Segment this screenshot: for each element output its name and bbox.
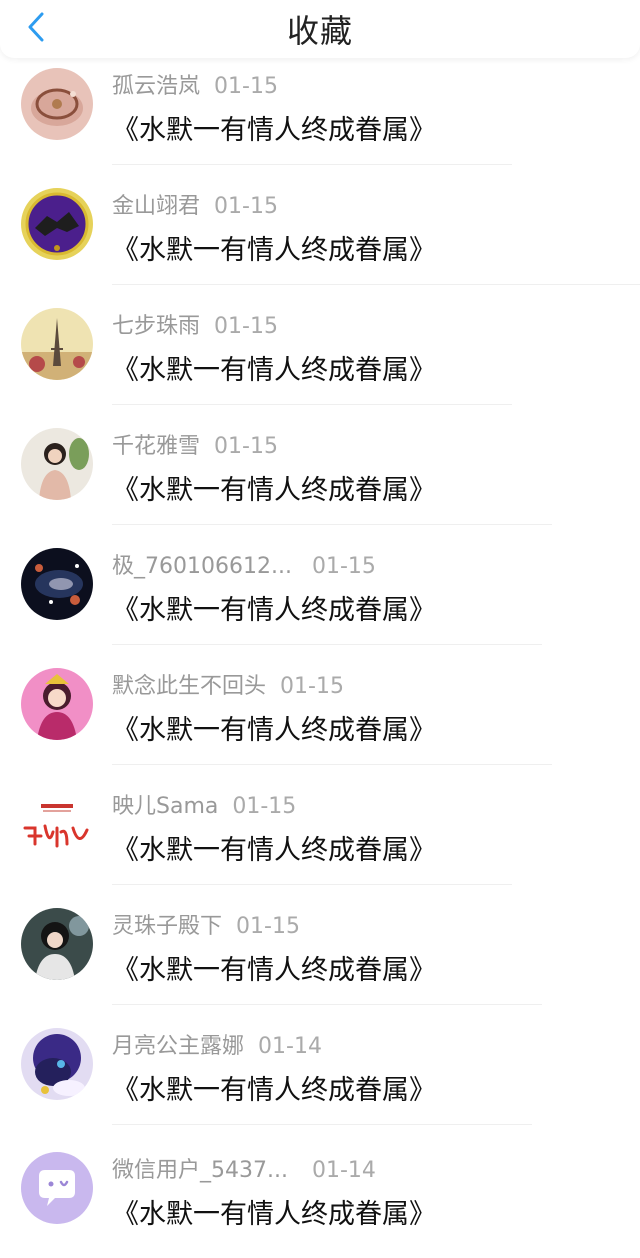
list-item[interactable]: 金山翊君 01-15 《水默一有情人终成眷属》 — [0, 178, 640, 298]
item-date: 01-15 — [214, 194, 278, 219]
item-meta: 七步珠雨 01-15 — [112, 308, 278, 340]
divider — [112, 164, 512, 165]
item-date: 01-15 — [312, 554, 376, 579]
item-date: 01-15 — [232, 794, 297, 819]
user-name[interactable]: 映儿Sama — [112, 794, 218, 819]
eiffel-tower-avatar-icon[interactable] — [21, 308, 93, 380]
item-content[interactable]: 《水默一有情人终成眷属》 — [112, 708, 436, 747]
item-date: 01-15 — [280, 674, 344, 699]
user-name[interactable]: 七步珠雨 — [112, 314, 200, 339]
item-content[interactable]: 《水默一有情人终成眷属》 — [112, 828, 436, 867]
divider — [112, 1124, 532, 1125]
pink-costume-avatar-icon[interactable] — [21, 668, 93, 740]
item-meta: 灵珠子殿下 01-15 — [112, 908, 300, 940]
user-name[interactable]: 微信用户_5437... — [112, 1152, 298, 1184]
item-meta: 默念此生不回头 01-15 — [112, 668, 344, 700]
girl-photo-avatar-icon[interactable] — [21, 428, 93, 500]
item-date: 01-15 — [214, 74, 278, 99]
item-meta: 月亮公主露娜 01-14 — [112, 1028, 322, 1060]
user-name[interactable]: 孤云浩岚 — [112, 74, 200, 99]
list-item[interactable]: 极_760106612... 01-15 《水默一有情人终成眷属》 — [0, 538, 640, 658]
divider — [112, 764, 552, 765]
item-content[interactable]: 《水默一有情人终成眷属》 — [112, 108, 436, 147]
galaxy-avatar-icon[interactable] — [21, 548, 93, 620]
item-meta: 微信用户_5437... 01-14 — [112, 1152, 376, 1184]
divider — [112, 404, 512, 405]
divider — [112, 1004, 542, 1005]
list-item[interactable]: 灵珠子殿下 01-15 《水默一有情人终成眷属》 — [0, 898, 640, 1018]
item-content[interactable]: 《水默一有情人终成眷属》 — [112, 948, 436, 987]
divider — [112, 284, 640, 285]
user-name[interactable]: 灵珠子殿下 — [112, 914, 222, 939]
user-name[interactable]: 极_760106612... — [112, 548, 298, 580]
anime-boy-avatar-icon[interactable] — [21, 908, 93, 980]
item-date: 01-15 — [236, 914, 300, 939]
divider — [112, 524, 552, 525]
item-meta: 千花雅雪 01-15 — [112, 428, 278, 460]
dragon-emblem-avatar-icon[interactable] — [21, 188, 93, 260]
item-date: 01-15 — [214, 314, 278, 339]
item-meta: 金山翊君 01-15 — [112, 188, 278, 220]
item-date: 01-14 — [312, 1158, 376, 1183]
item-meta: 孤云浩岚 01-15 — [112, 68, 278, 100]
item-meta: 映儿Sama 01-15 — [112, 788, 296, 820]
item-meta: 极_760106612... 01-15 — [112, 548, 376, 580]
item-content[interactable]: 《水默一有情人终成眷属》 — [112, 1192, 436, 1231]
item-content[interactable]: 《水默一有情人终成眷属》 — [112, 468, 436, 507]
top-nav-bar: 收藏 — [0, 0, 640, 58]
item-date: 01-14 — [258, 1034, 322, 1059]
user-name[interactable]: 金山翊君 — [112, 194, 200, 219]
item-content[interactable]: 《水默一有情人终成眷属》 — [112, 348, 436, 387]
pony-avatar-icon[interactable] — [21, 1028, 93, 1100]
divider — [112, 644, 542, 645]
chat-bubble-avatar-icon[interactable] — [21, 1152, 93, 1224]
list-item[interactable]: 七步珠雨 01-15 《水默一有情人终成眷属》 — [0, 298, 640, 418]
calligraphy-avatar-icon[interactable] — [21, 788, 93, 860]
list-item[interactable]: 映儿Sama 01-15 《水默一有情人终成眷属》 — [0, 778, 640, 898]
item-date: 01-15 — [214, 434, 278, 459]
bracelet-avatar-icon[interactable] — [21, 68, 93, 140]
list-item[interactable]: 微信用户_5437... 01-14 《水默一有情人终成眷属》 — [0, 1138, 640, 1258]
user-name[interactable]: 默念此生不回头 — [112, 674, 266, 699]
list-item[interactable]: 孤云浩岚 01-15 《水默一有情人终成眷属》 — [0, 58, 640, 178]
user-name[interactable]: 千花雅雪 — [112, 434, 200, 459]
list-item[interactable]: 千花雅雪 01-15 《水默一有情人终成眷属》 — [0, 418, 640, 538]
item-content[interactable]: 《水默一有情人终成眷属》 — [112, 1068, 436, 1107]
item-content[interactable]: 《水默一有情人终成眷属》 — [112, 588, 436, 627]
user-name[interactable]: 月亮公主露娜 — [112, 1034, 244, 1059]
list-item[interactable]: 默念此生不回头 01-15 《水默一有情人终成眷属》 — [0, 658, 640, 778]
list-item[interactable]: 月亮公主露娜 01-14 《水默一有情人终成眷属》 — [0, 1018, 640, 1138]
page-title: 收藏 — [286, 12, 353, 50]
item-content[interactable]: 《水默一有情人终成眷属》 — [112, 228, 436, 267]
divider — [112, 884, 512, 885]
